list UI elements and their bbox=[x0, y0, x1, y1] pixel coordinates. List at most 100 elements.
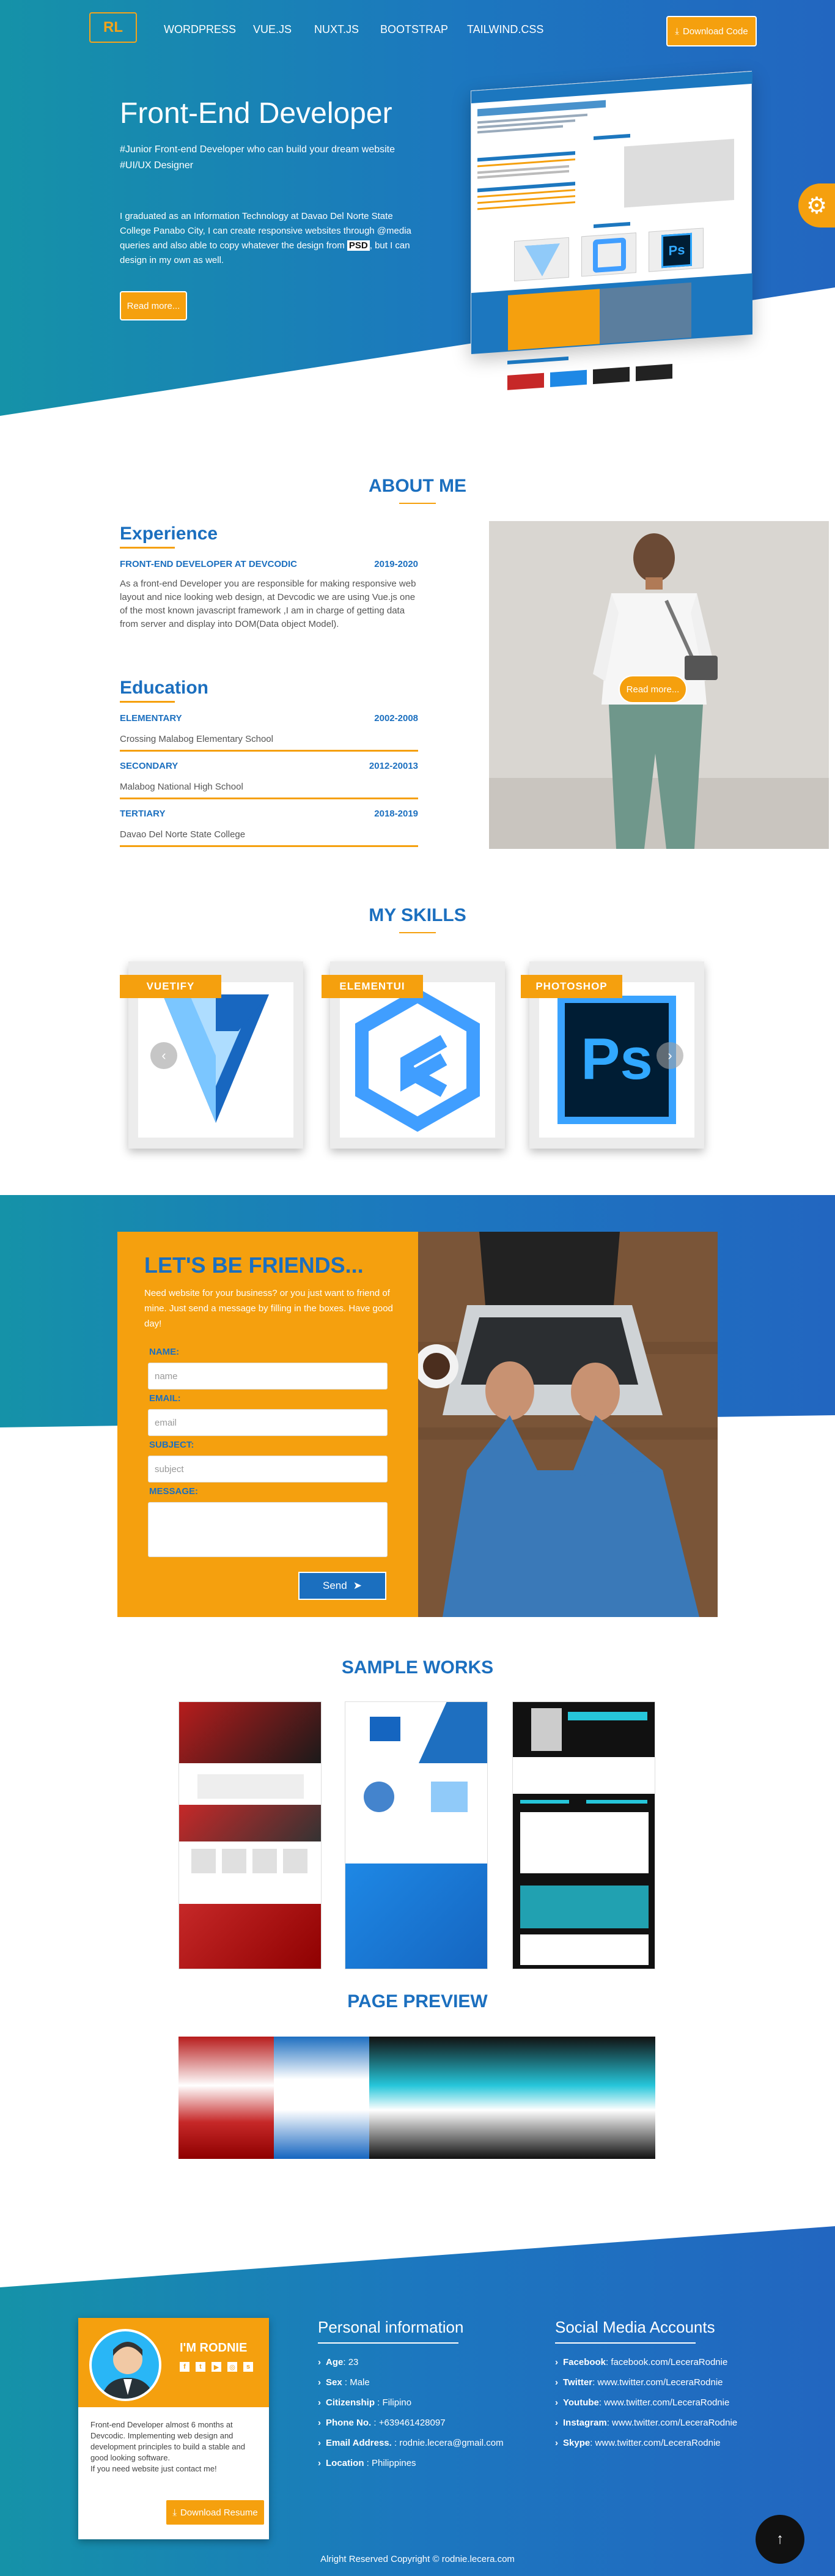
social-title: Social Media Accounts bbox=[555, 2318, 715, 2336]
instagram-icon[interactable]: ◎ bbox=[227, 2362, 237, 2372]
chevron-right-icon: › bbox=[318, 2397, 321, 2408]
twitter-icon[interactable]: t bbox=[196, 2362, 205, 2372]
elementui-icon bbox=[355, 988, 480, 1132]
personal-info-title: Personal information bbox=[318, 2318, 464, 2336]
preview-frame-1[interactable] bbox=[178, 2037, 274, 2159]
skype-icon[interactable]: s bbox=[243, 2362, 253, 2372]
experience-description: As a front-end Developer you are respons… bbox=[120, 579, 416, 629]
info-key: Instagram bbox=[563, 2418, 607, 2428]
personal-info-item: › Phone No. : +639461428097 bbox=[318, 2413, 504, 2433]
education-dates-secondary: 2012-20013 bbox=[369, 761, 418, 771]
send-button[interactable]: Send ➤ bbox=[298, 1572, 386, 1600]
info-sep: : bbox=[606, 2418, 612, 2428]
back-to-top-button[interactable]: ↑ bbox=[756, 2515, 804, 2564]
info-value: facebook.com/LeceraRodnie bbox=[611, 2357, 728, 2367]
preview-frame-5[interactable] bbox=[560, 2037, 655, 2159]
hero-title: Front-End Developer bbox=[120, 97, 392, 130]
carousel-next-arrow[interactable]: › bbox=[657, 1042, 683, 1069]
preview-frame-2[interactable] bbox=[274, 2037, 369, 2159]
info-sep: : bbox=[590, 2438, 595, 2448]
personal-info-list: › Age: 23 › Sex : Male › Citizenship : Fili… bbox=[318, 2352, 504, 2473]
nav-link-bootstrap[interactable]: BOOTSTRAP bbox=[380, 23, 448, 36]
about-title-underline bbox=[399, 503, 436, 504]
experience-underline bbox=[120, 547, 175, 549]
info-value: www.twitter.com/LeceraRodnie bbox=[604, 2397, 730, 2408]
social-item-twitter[interactable]: › Twitter: www.twitter.com/LeceraRodnie bbox=[555, 2372, 737, 2393]
work-thumbnail-1[interactable] bbox=[178, 1701, 322, 1969]
chevron-right-icon: › bbox=[318, 2418, 321, 2428]
download-resume-button[interactable]: ⤓ Download Resume bbox=[165, 2499, 265, 2526]
mockup-page: Ps bbox=[471, 70, 752, 355]
info-key: Age bbox=[326, 2357, 344, 2367]
email-input[interactable]: email bbox=[148, 1409, 388, 1436]
social-item-instagram[interactable]: › Instagram: www.twitter.com/LeceraRodnie bbox=[555, 2413, 737, 2433]
skill-ribbon: ELEMENTUI bbox=[322, 975, 423, 998]
subject-label: SUBJECT: bbox=[149, 1440, 194, 1450]
info-sep: : bbox=[343, 2357, 348, 2367]
photo-read-more-button[interactable]: Read more... bbox=[619, 675, 687, 703]
youtube-icon[interactable]: ▶ bbox=[212, 2362, 221, 2372]
laptop-illustration bbox=[418, 1232, 718, 1617]
arrow-up-icon: ↑ bbox=[776, 2531, 784, 2547]
paper-plane-icon: ➤ bbox=[353, 1580, 362, 1591]
facebook-icon[interactable]: f bbox=[180, 2362, 189, 2372]
preview-title: PAGE PREVIEW bbox=[347, 1991, 488, 2012]
work-thumbnail-2[interactable] bbox=[345, 1701, 488, 1969]
info-key: Sex bbox=[326, 2377, 342, 2388]
message-textarea[interactable] bbox=[148, 1502, 388, 1557]
skills-title: MY SKILLS bbox=[369, 905, 466, 925]
info-key: Citizenship bbox=[326, 2397, 375, 2408]
education-heading: Education bbox=[120, 678, 209, 698]
info-value: 23 bbox=[348, 2357, 359, 2367]
top-navbar: RL WORDPRESS VUE.JS NUXT.JS BOOTSTRAP TA… bbox=[0, 0, 835, 61]
nav-link-vuejs[interactable]: VUE.JS bbox=[253, 23, 292, 36]
info-value: Philippines bbox=[372, 2458, 416, 2468]
info-sep: : bbox=[375, 2397, 383, 2408]
social-item-skype[interactable]: › Skype: www.twitter.com/LeceraRodnie bbox=[555, 2433, 737, 2453]
download-icon: ⤓ bbox=[172, 2507, 177, 2518]
chevron-right-icon: › bbox=[318, 2357, 321, 2367]
download-resume-label: Download Resume bbox=[180, 2507, 258, 2518]
skill-ribbon: PHOTOSHOP bbox=[521, 975, 622, 998]
name-label: NAME: bbox=[149, 1347, 180, 1357]
experience-role: FRONT-END DEVELOPER AT DEVCODIC bbox=[120, 559, 298, 569]
nav-link-nuxtjs[interactable]: NUXT.JS bbox=[314, 23, 359, 36]
hero-subtitle-line-1: #Junior Front-end Developer who can buil… bbox=[120, 144, 395, 155]
chevron-right-icon: › bbox=[555, 2397, 558, 2408]
download-icon: ⤓ bbox=[675, 26, 679, 37]
download-code-button[interactable]: ⤓ Download Code bbox=[666, 16, 757, 46]
chevron-right-icon: › bbox=[555, 2438, 558, 2448]
social-item-facebook[interactable]: › Facebook: facebook.com/LeceraRodnie bbox=[555, 2352, 737, 2372]
chevron-right-icon: › bbox=[318, 2377, 321, 2388]
site-logo[interactable]: RL bbox=[89, 12, 137, 43]
social-item-youtube[interactable]: › Youtube: www.twitter.com/LeceraRodnie bbox=[555, 2393, 737, 2413]
personal-info-item: › Age: 23 bbox=[318, 2352, 504, 2372]
carousel-prev-arrow[interactable]: ‹ bbox=[150, 1042, 177, 1069]
info-sep: : bbox=[391, 2438, 400, 2448]
svg-text:Ps: Ps bbox=[581, 1026, 652, 1092]
nav-link-tailwind[interactable]: TAILWIND.CSS bbox=[467, 23, 543, 36]
skill-card-elementui[interactable]: ELEMENTUI bbox=[322, 961, 505, 1149]
info-sep: : bbox=[598, 2397, 605, 2408]
info-value: rodnie.lecera@gmail.com bbox=[399, 2438, 504, 2448]
education-school-tertiary: Davao Del Norte State College bbox=[120, 829, 246, 840]
work-thumbnail-3[interactable] bbox=[512, 1701, 655, 1969]
education-divider bbox=[120, 845, 418, 847]
hero-read-more-button[interactable]: Read more... bbox=[120, 291, 187, 320]
experience-heading: Experience bbox=[120, 524, 218, 544]
name-input[interactable]: name bbox=[148, 1363, 388, 1390]
subject-input[interactable]: subject bbox=[148, 1456, 388, 1482]
experience-dates: 2019-2020 bbox=[374, 559, 418, 569]
gear-icon: ⚙ bbox=[806, 193, 828, 219]
email-label: EMAIL: bbox=[149, 1393, 181, 1404]
preview-frame-3[interactable] bbox=[369, 2037, 465, 2159]
message-label: MESSAGE: bbox=[149, 1486, 199, 1497]
personal-info-underline bbox=[318, 2342, 458, 2344]
skill-ribbon: VUETIFY bbox=[120, 975, 221, 998]
info-key: Twitter bbox=[563, 2377, 593, 2388]
hero-description: I graduated as an Information Technology… bbox=[120, 209, 425, 268]
nav-link-wordpress[interactable]: WORDPRESS bbox=[164, 23, 236, 36]
chevron-right-icon: › bbox=[555, 2357, 558, 2367]
preview-frame-4[interactable] bbox=[465, 2037, 560, 2159]
info-key: Phone No. bbox=[326, 2418, 372, 2428]
